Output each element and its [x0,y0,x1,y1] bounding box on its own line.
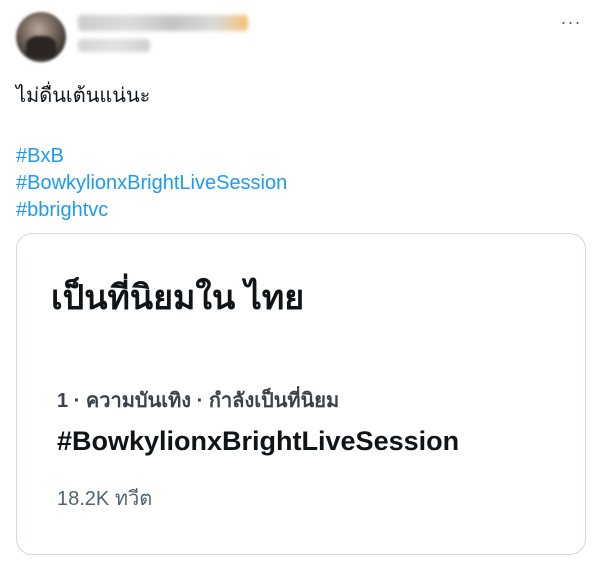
tweet: ··· ไม่ดื่นเต้นแน่นะ #BxB #BowkylionxBri… [0,0,600,562]
trending-card-title: เป็นที่นิยมใน ไทย [51,279,305,317]
avatar[interactable] [16,12,66,62]
hashtag-link[interactable]: #BxB [16,143,287,170]
hashtag-link[interactable]: #BowkylionxBrightLiveSession [16,170,287,197]
username-blurred[interactable] [78,39,150,52]
more-horizontal-icon[interactable]: ··· [560,12,582,32]
hashtag-link[interactable]: #bbrightvc [16,197,287,224]
hashtag-list: #BxB #BowkylionxBrightLiveSession #bbrig… [16,143,287,224]
trend-meta: 1 · ความบันเทิง · กำลังเป็นที่นิยม [57,390,340,412]
tweet-text: ไม่ดื่นเต้นแน่นะ [16,85,151,107]
trend-tweet-count: 18.2K ทวีต [57,488,153,510]
display-name-blurred[interactable] [78,15,248,31]
trend-name: #BowkylionxBrightLiveSession [57,426,460,456]
trending-card[interactable]: เป็นที่นิยมใน ไทย 1 · ความบันเทิง · กำลั… [16,233,586,555]
